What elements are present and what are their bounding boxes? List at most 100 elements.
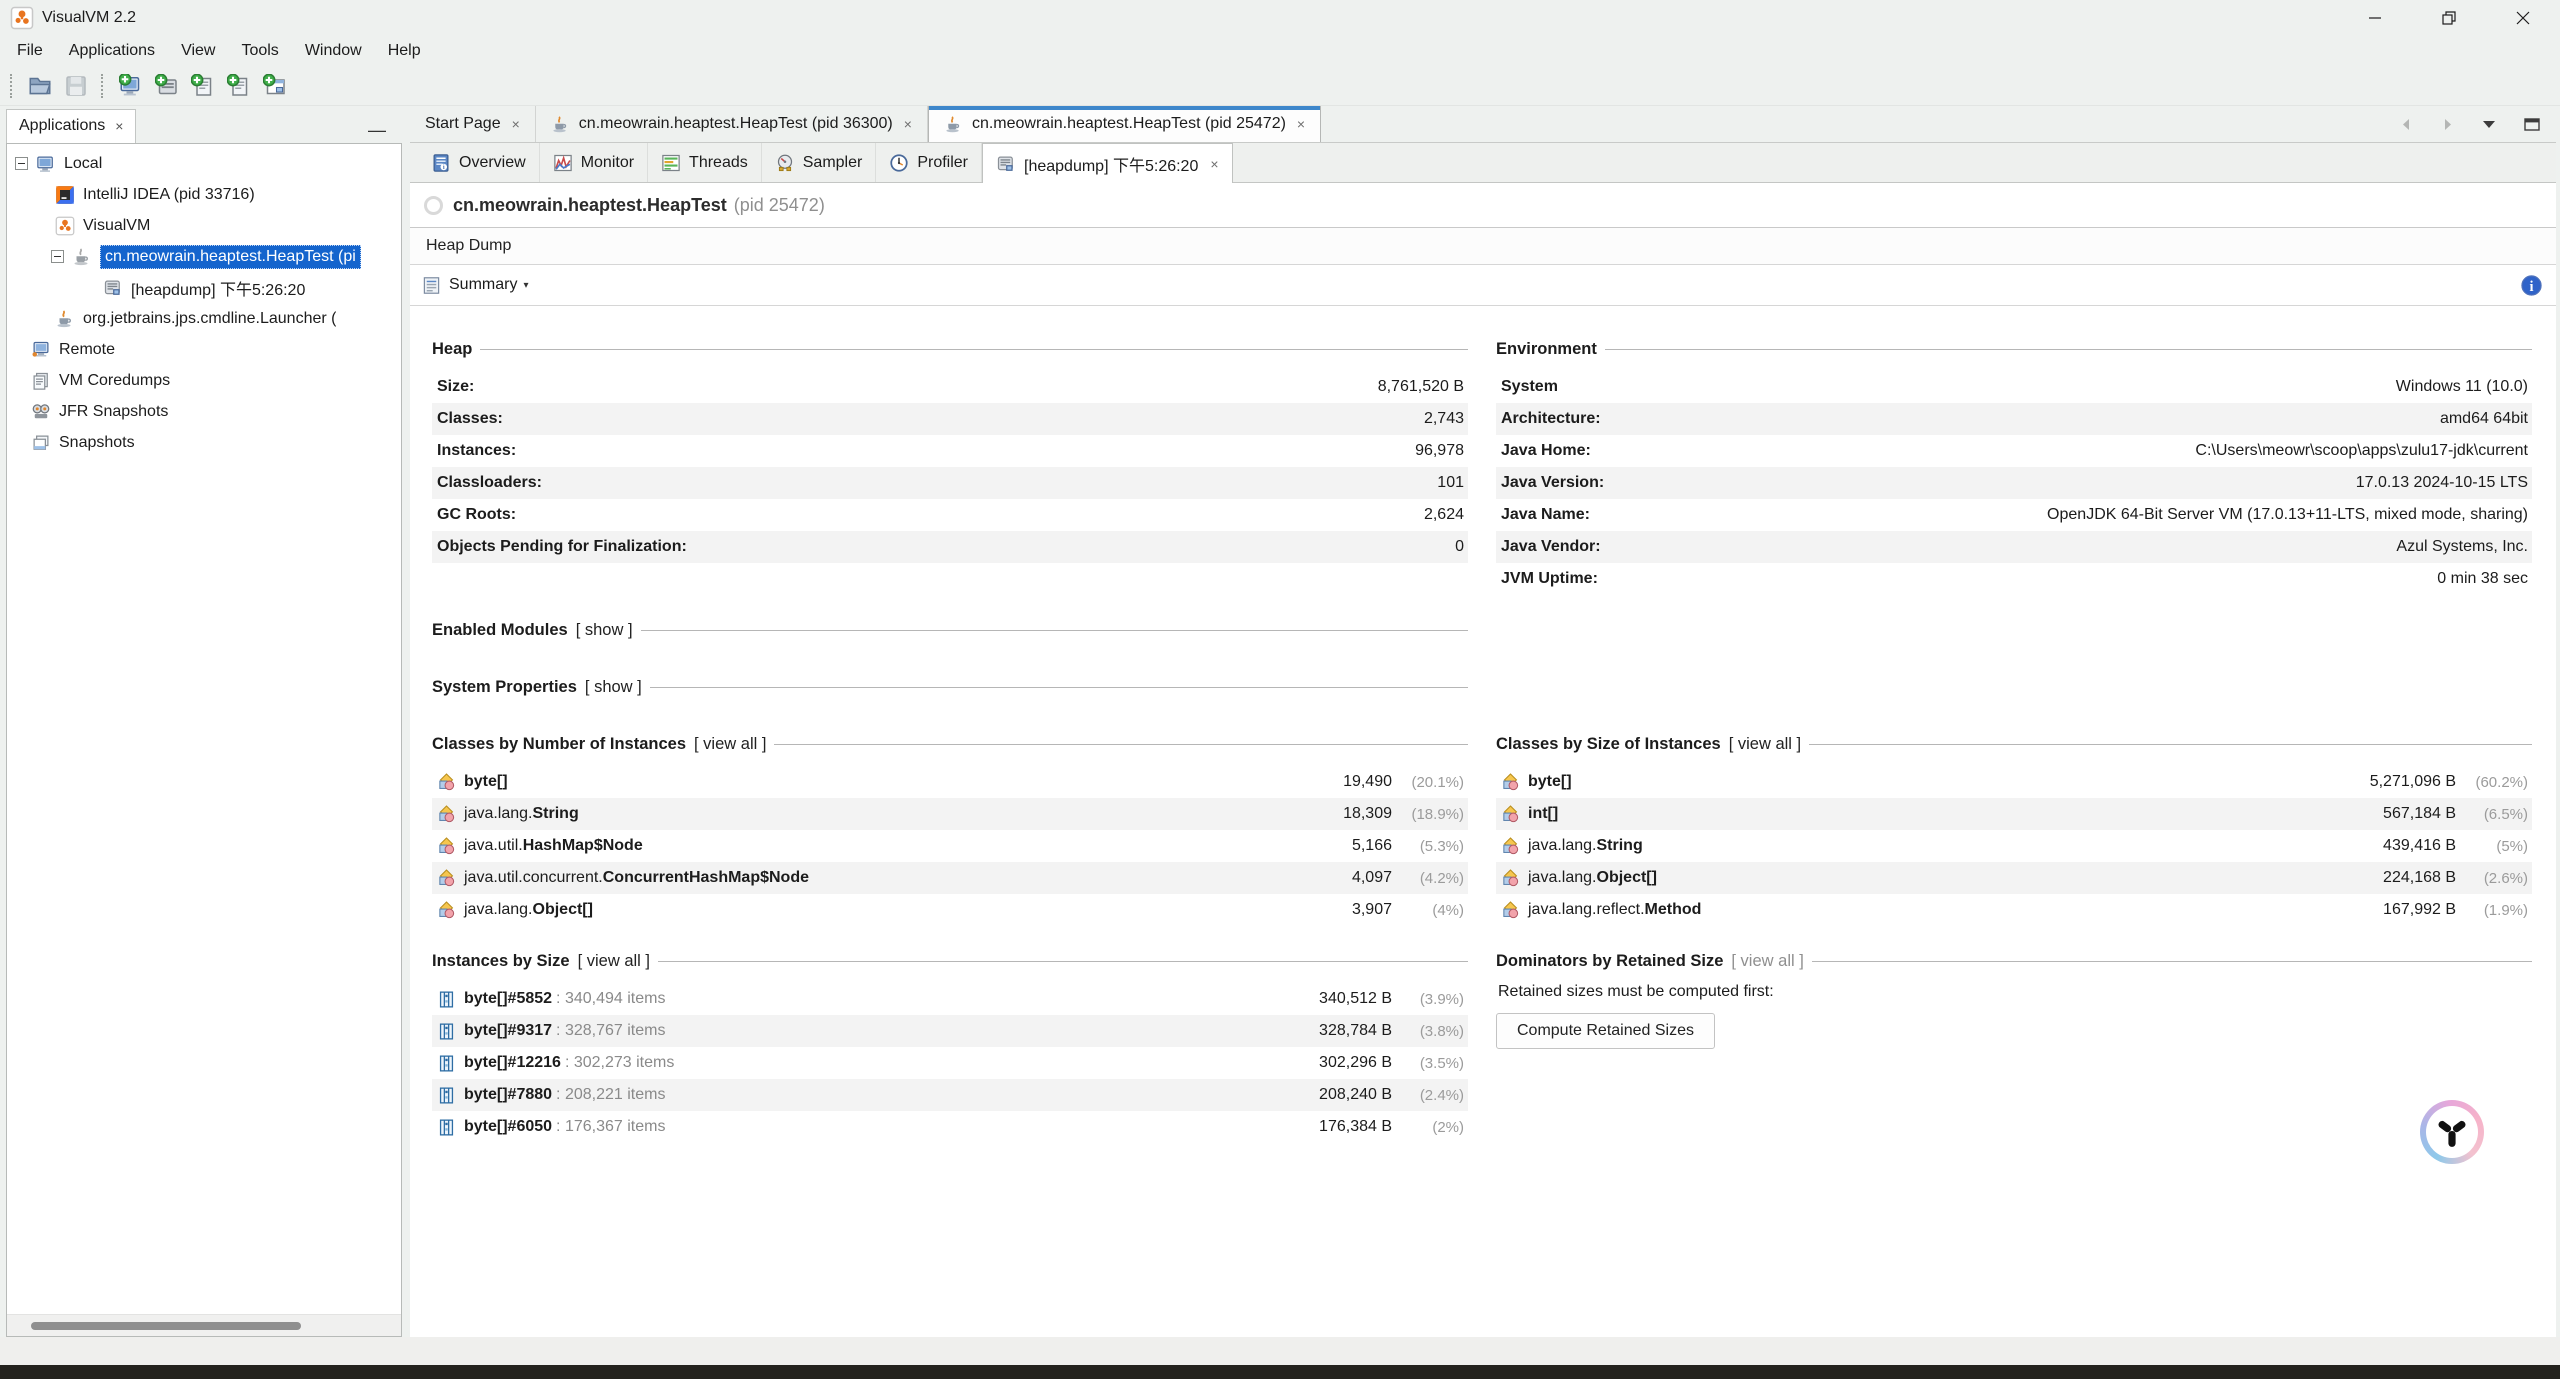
tree-item-snapshots[interactable]: Snapshots xyxy=(7,427,401,458)
add-jmx-connection-button[interactable] xyxy=(152,71,182,101)
section-title: Classes by Size of Instances xyxy=(1496,735,1721,754)
y-logo-icon xyxy=(2434,1114,2470,1150)
view-all-link[interactable]: [ view all ] xyxy=(578,952,650,971)
compute-retained-sizes-button[interactable]: Compute Retained Sizes xyxy=(1496,1013,1715,1049)
section-title: Instances by Size xyxy=(432,952,570,971)
table-row[interactable]: java.lang.reflect.Method167,992 B(1.9%) xyxy=(1496,894,2532,926)
tab-threads[interactable]: Threads xyxy=(648,143,762,182)
add-jfr-snapshot-button[interactable] xyxy=(224,71,254,101)
tree-item-heapdump[interactable]: [heapdump] 下午5:26:20 xyxy=(7,272,401,303)
menu-help[interactable]: Help xyxy=(375,39,434,63)
instances-by-size-section: Instances by Size [ view all ] byte[]#585… xyxy=(432,952,1468,1143)
overview-icon xyxy=(431,153,451,173)
class-icon xyxy=(437,869,456,888)
close-icon[interactable]: × xyxy=(1210,156,1218,172)
tree-item-heaptest[interactable]: cn.meowrain.heaptest.HeapTest (pi xyxy=(7,241,401,272)
tree-item-local[interactable]: Local xyxy=(7,148,401,179)
close-icon[interactable]: × xyxy=(115,118,123,134)
table-row: Java Name:OpenJDK 64-Bit Server VM (17.0… xyxy=(1496,499,2532,531)
horizontal-scrollbar[interactable] xyxy=(7,1314,401,1336)
info-icon[interactable] xyxy=(2521,275,2542,296)
tab-overview[interactable]: Overview xyxy=(418,143,540,182)
show-link[interactable]: [ show ] xyxy=(585,678,642,697)
collapse-handle-icon[interactable] xyxy=(15,157,28,170)
menu-tools[interactable]: Tools xyxy=(228,39,291,63)
close-icon[interactable]: × xyxy=(904,116,912,132)
table-row[interactable]: byte[]#9317: 328,767 items328,784 B(3.8%… xyxy=(432,1015,1468,1047)
maximize-button[interactable] xyxy=(2412,0,2486,36)
toolbar-grip[interactable] xyxy=(101,74,106,98)
menu-file[interactable]: File xyxy=(4,39,56,63)
table-row[interactable]: java.util.concurrent.ConcurrentHashMap$N… xyxy=(432,862,1468,894)
table-row[interactable]: byte[]#7880: 208,221 items208,240 B(2.4%… xyxy=(432,1079,1468,1111)
table-row[interactable]: byte[]19,490(20.1%) xyxy=(432,766,1468,798)
table-row[interactable]: byte[]5,271,096 B(60.2%) xyxy=(1496,766,2532,798)
collapse-handle-icon[interactable] xyxy=(51,250,64,263)
table-row[interactable]: java.lang.String439,416 B(5%) xyxy=(1496,830,2532,862)
scroll-tabs-left-icon[interactable] xyxy=(2400,118,2413,131)
tree-item-launcher[interactable]: org.jetbrains.jps.cmdline.Launcher ( xyxy=(7,303,401,334)
add-vm-coredump-button[interactable] xyxy=(188,71,218,101)
profiler-clock-icon xyxy=(889,153,909,173)
snapshots-icon xyxy=(31,433,51,453)
scroll-tabs-right-icon[interactable] xyxy=(2441,118,2454,131)
tab-sampler[interactable]: Sampler xyxy=(762,143,877,182)
menu-applications[interactable]: Applications xyxy=(56,39,168,63)
class-icon xyxy=(1501,869,1520,888)
java-application-icon xyxy=(55,309,75,329)
menu-window[interactable]: Window xyxy=(292,39,375,63)
tree-item-remote[interactable]: Remote xyxy=(7,334,401,365)
panel-minimize-button[interactable]: — xyxy=(368,125,386,135)
tab-heapdump[interactable]: [heapdump] 下午5:26:20 × xyxy=(982,143,1233,183)
minimize-button[interactable] xyxy=(2338,0,2412,36)
close-icon[interactable]: × xyxy=(1297,116,1305,132)
tab-heaptest-25472[interactable]: cn.meowrain.heaptest.HeapTest (pid 25472… xyxy=(928,106,1321,142)
table-row[interactable]: java.lang.Object[]3,907(4%) xyxy=(432,894,1468,926)
add-snapshot-button[interactable] xyxy=(260,71,290,101)
chevron-down-icon[interactable]: ▾ xyxy=(523,280,528,291)
section-title: Heap xyxy=(432,340,472,359)
view-all-link[interactable]: [ view all ] xyxy=(694,735,766,754)
table-row[interactable]: byte[]#5852: 340,494 items340,512 B(3.9%… xyxy=(432,983,1468,1015)
tab-profiler[interactable]: Profiler xyxy=(876,143,982,182)
window-bottom-strip xyxy=(0,1337,2560,1365)
class-icon xyxy=(1501,805,1520,824)
table-row[interactable]: int[]567,184 B(6.5%) xyxy=(1496,798,2532,830)
tab-start-page[interactable]: Start Page × xyxy=(410,106,536,142)
add-remote-host-button[interactable] xyxy=(116,71,146,101)
table-row: Java Home:C:\Users\meowr\scoop\apps\zulu… xyxy=(1496,435,2532,467)
tree-item-intellij[interactable]: IntelliJ IDEA (pid 33716) xyxy=(7,179,401,210)
tree-item-vm-coredumps[interactable]: VM Coredumps xyxy=(7,365,401,396)
jfr-icon xyxy=(31,402,51,422)
close-button[interactable] xyxy=(2486,0,2560,36)
view-selector[interactable]: Summary xyxy=(449,276,517,294)
toolbar-grip[interactable] xyxy=(10,74,15,98)
table-row[interactable]: java.lang.String18,309(18.9%) xyxy=(432,798,1468,830)
close-icon[interactable]: × xyxy=(512,116,520,132)
tab-monitor[interactable]: Monitor xyxy=(540,143,648,182)
tree-item-visualvm[interactable]: VisualVM xyxy=(7,210,401,241)
tab-list-dropdown-icon[interactable] xyxy=(2482,120,2496,129)
class-icon xyxy=(437,805,456,824)
section-title: Environment xyxy=(1496,340,1597,359)
load-snapshot-button[interactable] xyxy=(25,71,55,101)
enabled-modules-section: Enabled Modules[ show ] xyxy=(432,621,1468,652)
menu-view[interactable]: View xyxy=(168,39,228,63)
instance-icon xyxy=(437,990,456,1009)
scrollbar-thumb[interactable] xyxy=(31,1322,301,1330)
tab-applications[interactable]: Applications × xyxy=(6,109,136,143)
table-row[interactable]: java.lang.Object[]224,168 B(2.6%) xyxy=(1496,862,2532,894)
view-all-link[interactable]: [ view all ] xyxy=(1729,735,1801,754)
tree-item-jfr-snapshots[interactable]: JFR Snapshots xyxy=(7,396,401,427)
table-row[interactable]: java.util.HashMap$Node5,166(5.3%) xyxy=(432,830,1468,862)
intellij-icon xyxy=(55,185,75,205)
maximize-view-icon[interactable] xyxy=(2524,118,2540,131)
instance-icon xyxy=(437,1118,456,1137)
table-row: Instances:96,978 xyxy=(432,435,1468,467)
tab-heaptest-36300[interactable]: cn.meowrain.heaptest.HeapTest (pid 36300… xyxy=(536,106,928,142)
section-title: System Properties xyxy=(432,678,577,697)
panel-splitter[interactable] xyxy=(402,106,410,1337)
show-link[interactable]: [ show ] xyxy=(576,621,633,640)
table-row[interactable]: byte[]#12216: 302,273 items302,296 B(3.5… xyxy=(432,1047,1468,1079)
table-row[interactable]: byte[]#6050: 176,367 items176,384 B(2%) xyxy=(432,1111,1468,1143)
